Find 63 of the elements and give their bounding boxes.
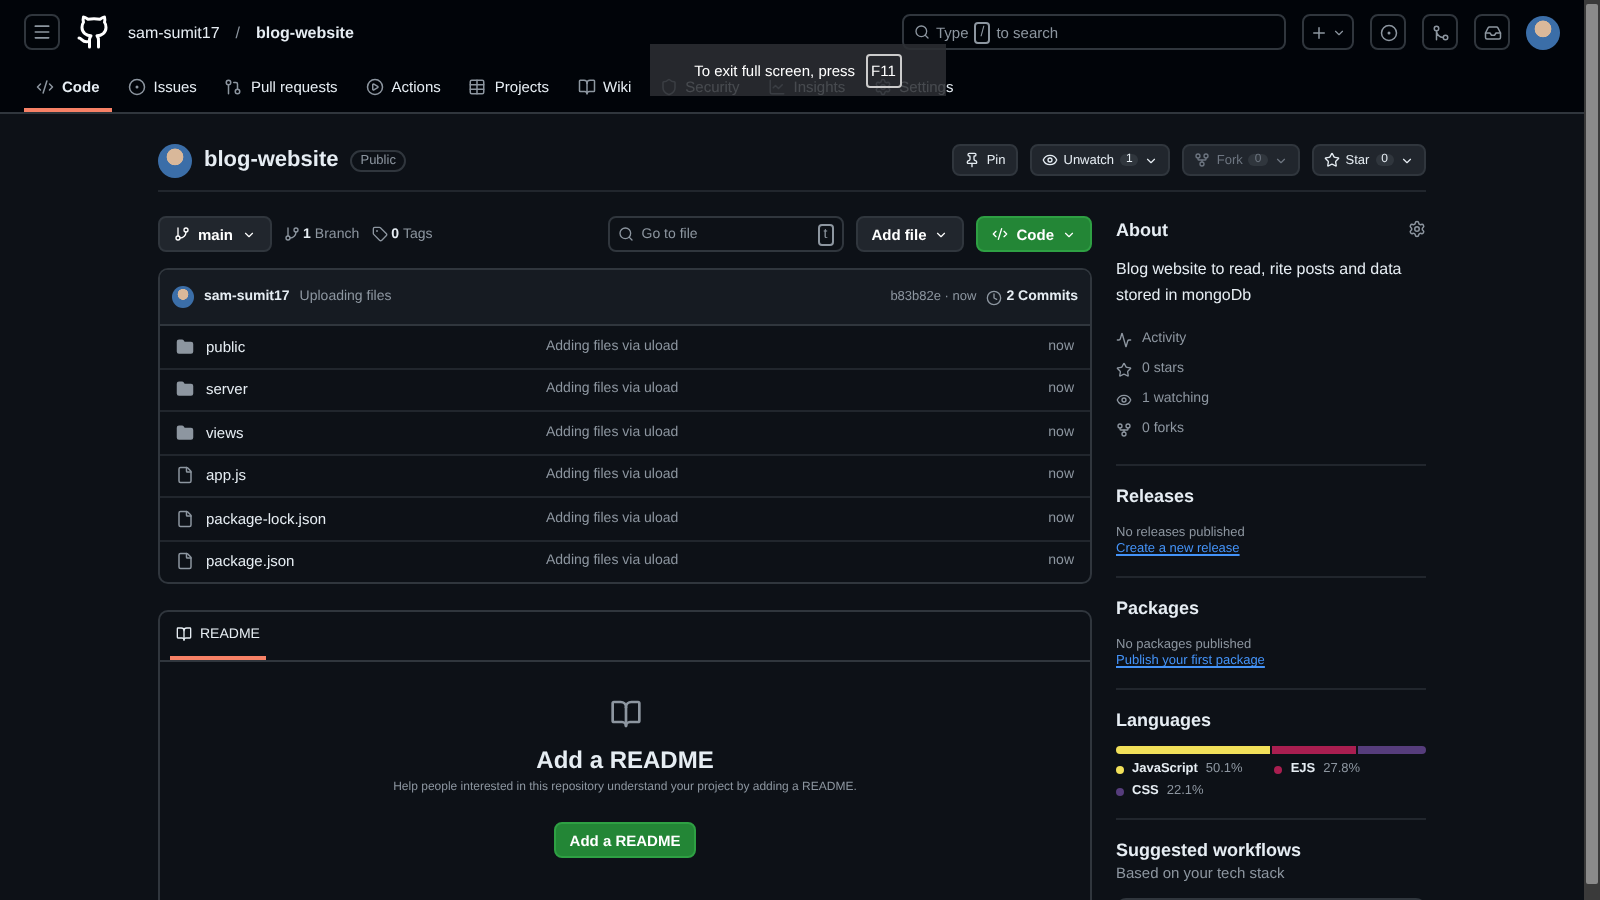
caret-icon (1400, 153, 1414, 167)
branch-icon (174, 226, 190, 242)
file-icon (176, 466, 194, 485)
file-icon (176, 552, 194, 571)
folder-icon (176, 423, 194, 442)
folder-icon (176, 337, 194, 356)
code-icon (992, 226, 1009, 242)
eye-icon (1041, 152, 1058, 168)
clock-icon (986, 289, 1003, 305)
file-icon (176, 509, 194, 528)
caret-icon (1062, 227, 1076, 241)
owner-link[interactable]: sam-sumit17 (128, 23, 220, 41)
caret-icon (241, 227, 256, 241)
star-icon (1116, 361, 1132, 377)
caret-icon (1144, 153, 1159, 167)
octocat-logo-icon[interactable] (76, 14, 112, 50)
inbox-button[interactable] (1474, 14, 1510, 50)
book-icon (577, 77, 595, 95)
readme-title: Add a README (536, 746, 714, 774)
about-title: About (1116, 220, 1168, 240)
settings-icon[interactable] (1408, 220, 1426, 238)
issue-icon (1379, 23, 1397, 41)
languages-title: Languages (1116, 710, 1214, 730)
scrollbar[interactable] (1584, 0, 1600, 900)
search-icon (617, 226, 634, 242)
repo-link[interactable]: blog-website (256, 23, 354, 41)
menu-button[interactable] (24, 14, 60, 50)
tag-icon (371, 226, 388, 242)
pull-request-icon (1431, 23, 1449, 41)
menu-icon (32, 22, 52, 42)
pull-requests-button[interactable] (1422, 14, 1458, 50)
play-icon (365, 77, 384, 95)
pull-request-icon (224, 77, 243, 95)
owner-avatar (158, 143, 192, 177)
caret-icon (934, 227, 949, 241)
workflows-title: Suggested workflows (1116, 840, 1304, 860)
star-icon (1323, 152, 1340, 168)
caret-icon (1273, 153, 1288, 167)
branch-icon (283, 226, 300, 242)
plus-icon (1310, 23, 1328, 41)
folder-icon (176, 380, 194, 399)
activity-icon (1116, 331, 1132, 347)
pin-icon (964, 152, 981, 168)
author-avatar (172, 286, 194, 308)
fork-icon (1194, 152, 1211, 168)
breadcrumb-separator: / (235, 23, 241, 41)
book-icon (176, 626, 192, 642)
book-icon (609, 698, 641, 730)
packages-title: Packages (1116, 598, 1202, 618)
about-description: Blog website to read, rite posts and data stored in mongoDb (1116, 258, 1404, 308)
create-new-button[interactable] (1302, 14, 1354, 50)
avatar[interactable] (1526, 15, 1560, 49)
inbox-icon (1483, 23, 1501, 41)
fork-icon (1116, 421, 1132, 437)
caret-icon (1332, 25, 1346, 39)
issue-icon (127, 77, 146, 95)
code-icon (36, 77, 54, 95)
table-icon (468, 77, 487, 95)
issues-button[interactable] (1370, 14, 1406, 50)
search-icon (914, 24, 930, 40)
repo-name[interactable]: blog-website (204, 148, 339, 172)
eye-icon (1116, 391, 1132, 407)
releases-title: Releases (1116, 486, 1197, 506)
